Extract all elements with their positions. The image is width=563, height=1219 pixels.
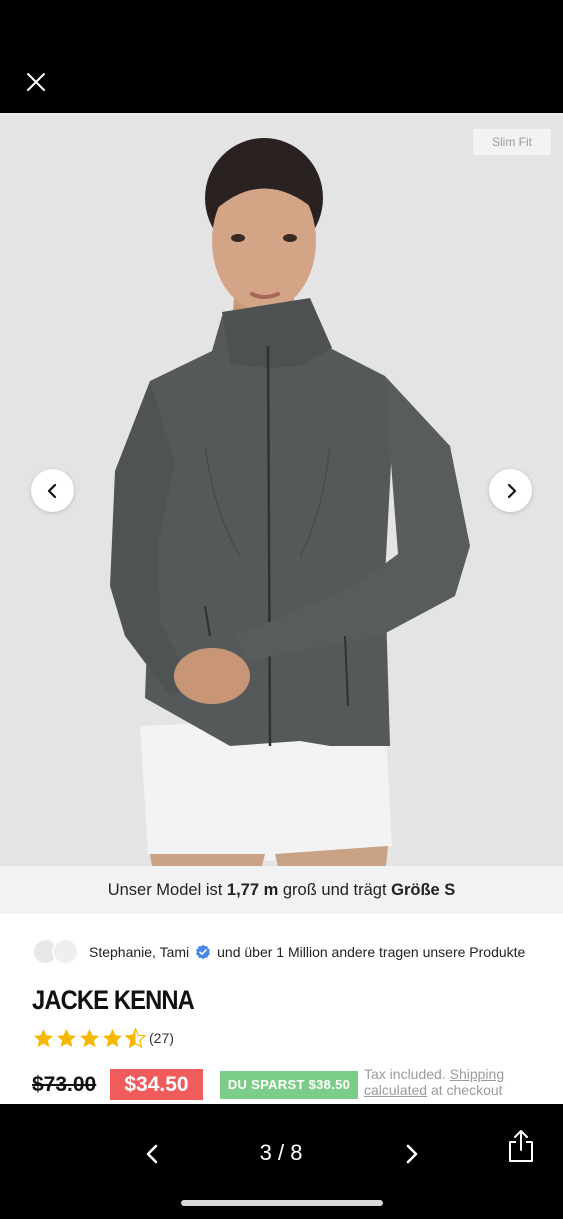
- review-count[interactable]: (27): [149, 1030, 174, 1046]
- page-indicator: 3 / 8: [236, 1140, 326, 1166]
- verified-badge-icon: [196, 944, 211, 960]
- product-screenshot: Slim Fit Unser Model ist 1,77 m groß und…: [0, 116, 563, 1104]
- product-image-gallery[interactable]: Slim Fit: [0, 116, 563, 866]
- social-proof-names: Stephanie, Tami: [89, 944, 190, 960]
- tax-included-text: Tax included.: [364, 1066, 446, 1082]
- star-icon: [102, 1028, 123, 1047]
- share-button[interactable]: [506, 1128, 536, 1164]
- tax-note: Tax included. Shipping calculated at che…: [364, 1066, 524, 1098]
- model-size: Größe S: [391, 881, 456, 899]
- fit-badge: Slim Fit: [473, 129, 551, 155]
- share-icon: [509, 1130, 533, 1162]
- close-button[interactable]: [22, 68, 50, 96]
- next-image-button[interactable]: [398, 1140, 426, 1168]
- star-icon: [79, 1028, 100, 1047]
- previous-image-button[interactable]: [138, 1140, 166, 1168]
- page-total: 8: [290, 1140, 303, 1165]
- checkout-text: at checkout: [430, 1082, 503, 1098]
- chevron-right-icon: [507, 483, 516, 498]
- star-icon: [33, 1028, 54, 1047]
- page-current: 3: [259, 1140, 272, 1165]
- avatar-stack: [32, 938, 82, 966]
- star-rating: [32, 1026, 147, 1050]
- gallery-prev-button[interactable]: [31, 469, 74, 512]
- viewer-top-bar: [0, 0, 563, 116]
- viewer-bottom-bar: 3 / 8: [0, 1104, 563, 1219]
- price-row: $73.00 $34.50 DU SPARST $38.50 Tax inclu…: [32, 1066, 563, 1101]
- social-proof-text: und über 1 Million andere tragen unsere …: [217, 944, 526, 960]
- product-title: JACKE KENNA: [32, 985, 195, 1015]
- star-icon: [56, 1028, 77, 1047]
- home-indicator[interactable]: [181, 1200, 383, 1206]
- page-separator: /: [277, 1140, 285, 1165]
- product-rating[interactable]: (27): [32, 1026, 174, 1050]
- chevron-left-icon: [146, 1144, 158, 1164]
- product-photo: [0, 116, 563, 866]
- avatar: [52, 938, 79, 965]
- half-star-icon: [124, 1026, 147, 1048]
- model-height: 1,77 m: [226, 881, 279, 899]
- chevron-left-icon: [47, 483, 56, 498]
- savings-badge: DU SPARST $38.50: [220, 1071, 358, 1099]
- sale-price: $34.50: [110, 1069, 203, 1100]
- chevron-right-icon: [406, 1144, 418, 1164]
- model-info-middle: groß und trägt: [278, 881, 392, 899]
- original-price: $73.00: [32, 1073, 97, 1096]
- model-size-info: Unser Model ist 1,77 m groß und trägt Gr…: [0, 866, 563, 914]
- close-icon: [27, 73, 45, 91]
- model-info-prefix: Unser Model ist: [107, 881, 227, 899]
- gallery-next-button[interactable]: [489, 469, 532, 512]
- social-proof: Stephanie, Tami und über 1 Million ander…: [32, 938, 525, 966]
